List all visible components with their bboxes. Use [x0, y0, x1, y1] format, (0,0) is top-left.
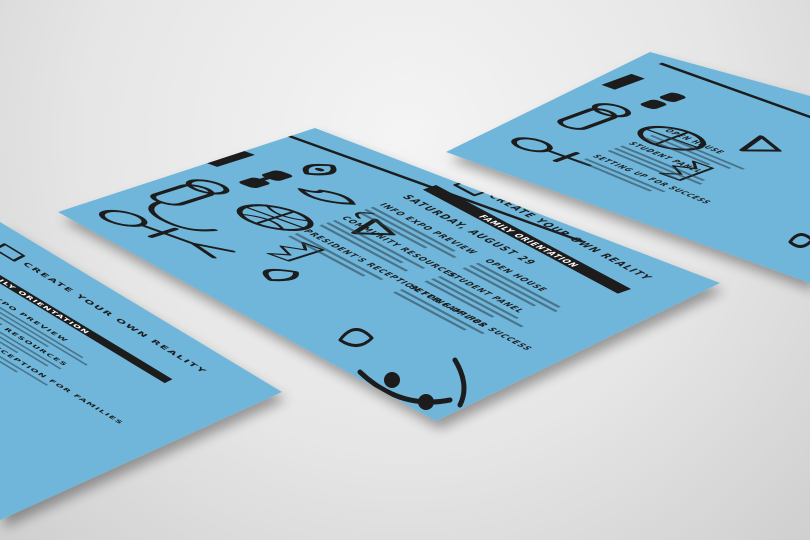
- flyers-illustration: FAMILY ORIENTATION CREATE YOUR OWN REALI…: [0, 52, 810, 520]
- photo-scene: FAMILY ORIENTATION CREATE YOUR OWN REALI…: [0, 0, 810, 540]
